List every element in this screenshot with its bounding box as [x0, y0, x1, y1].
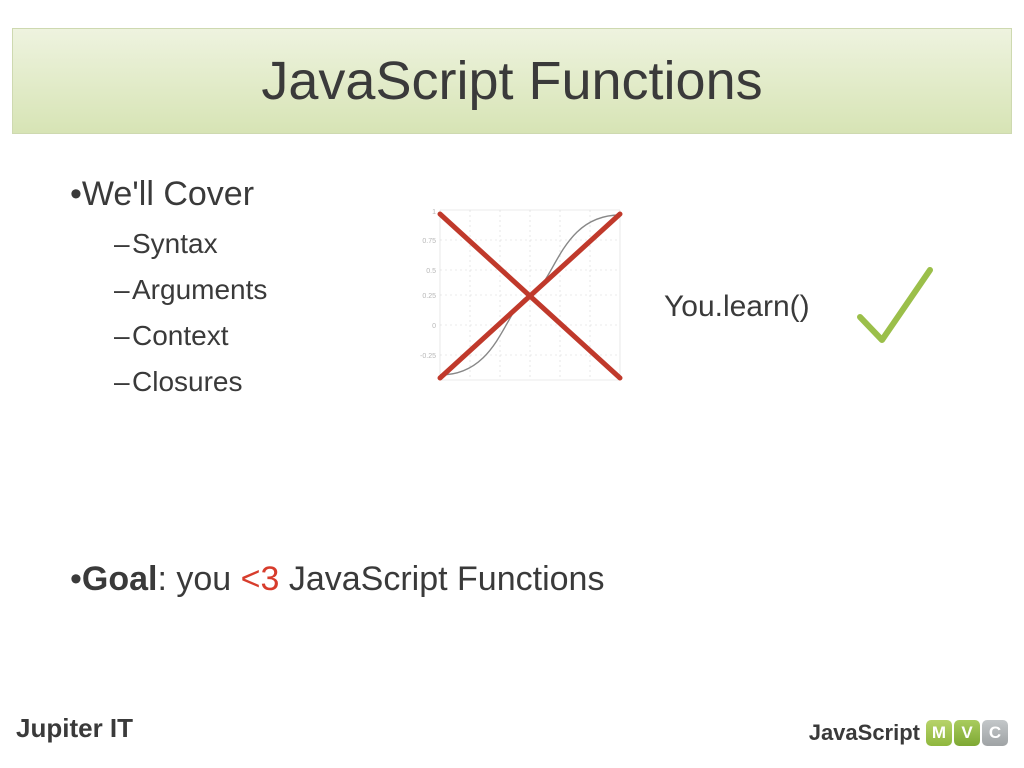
- mvc-m-box: M: [926, 720, 952, 746]
- mvc-v-box: V: [954, 720, 980, 746]
- svg-text:0.25: 0.25: [422, 293, 436, 300]
- dash-icon: –: [114, 228, 132, 260]
- heart-icon: <3: [241, 560, 280, 598]
- goal-label: Goal: [82, 560, 158, 598]
- footer-logo-text: JavaScript: [809, 720, 920, 746]
- svg-text:0: 0: [432, 323, 436, 330]
- slide-title: JavaScript Functions: [261, 50, 762, 112]
- bullet-dot: •: [70, 175, 82, 213]
- goal-before: : you: [157, 560, 240, 598]
- you-learn-text: You.learn(): [664, 290, 810, 324]
- mvc-c-box: C: [982, 720, 1008, 746]
- svg-text:1: 1: [432, 209, 436, 216]
- svg-text:-0.25: -0.25: [420, 353, 436, 360]
- footer-left: Jupiter IT: [16, 713, 133, 744]
- mvc-badge: M V C: [926, 720, 1008, 746]
- cover-item-text: Arguments: [132, 274, 267, 305]
- goal-after: JavaScript Functions: [279, 560, 604, 598]
- goal-line: •Goal: you <3 JavaScript Functions: [70, 560, 604, 599]
- svg-text:0.75: 0.75: [422, 238, 436, 245]
- dash-icon: –: [114, 320, 132, 352]
- cover-item-text: Syntax: [132, 228, 218, 259]
- cover-item-text: Closures: [132, 366, 242, 397]
- svg-text:0.5: 0.5: [426, 268, 436, 275]
- dash-icon: –: [114, 274, 132, 306]
- sigmoid-graph-figure: 1 0.75 0.5 0.25 0 -0.25: [410, 200, 630, 400]
- cover-heading-text: We'll Cover: [82, 175, 254, 213]
- bullet-dot: •: [70, 560, 82, 598]
- checkmark-icon: [850, 262, 940, 352]
- title-bar: JavaScript Functions: [12, 28, 1012, 134]
- footer-right: JavaScript M V C: [809, 720, 1008, 746]
- dash-icon: –: [114, 366, 132, 398]
- cover-item-text: Context: [132, 320, 229, 351]
